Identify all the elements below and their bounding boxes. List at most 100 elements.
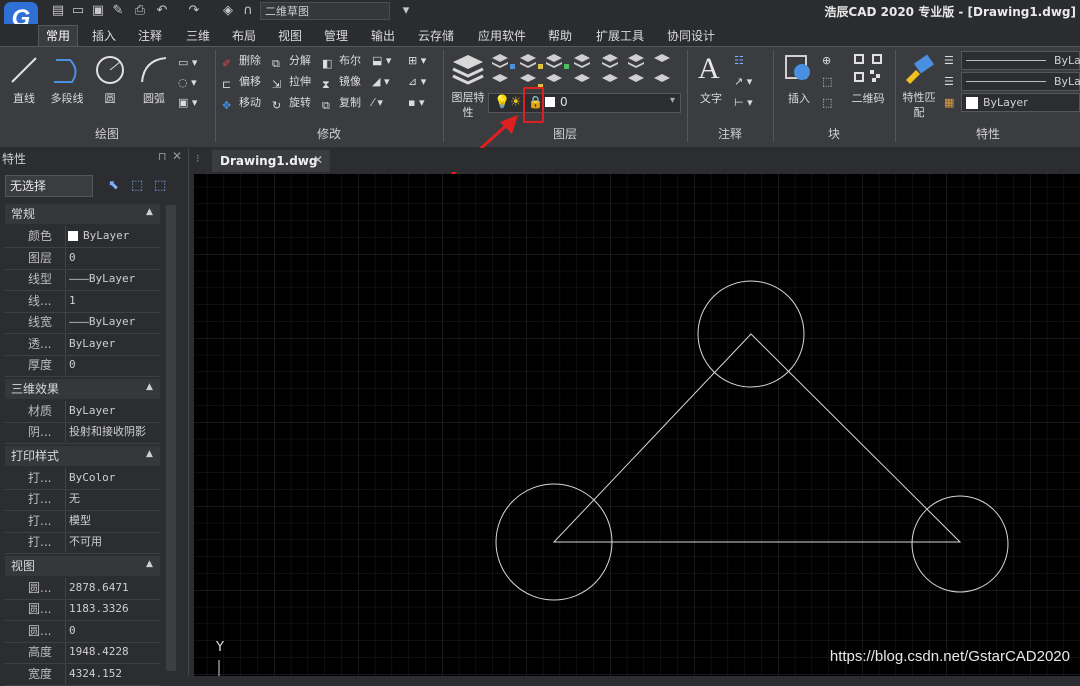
layer-dropdown-arrow-icon[interactable]: ▾ [670, 95, 675, 106]
tab-3d[interactable]: 三维 [186, 26, 210, 46]
layer-thaw-sun-icon[interactable]: ☀ [510, 95, 522, 110]
open-file-icon[interactable]: ▭ [70, 3, 86, 19]
quick-access-dropdown-icon[interactable]: ▾ [398, 3, 414, 19]
collapse-icon[interactable]: ▲ [146, 559, 153, 569]
linetype-dropdown[interactable]: ByLayer [961, 51, 1080, 70]
drawing-canvas[interactable]: Y [194, 174, 1080, 676]
tab-home[interactable]: 常用 [38, 25, 78, 47]
undo-icon[interactable]: ↶ [154, 3, 170, 19]
property-value[interactable]: 1 [65, 290, 160, 311]
offset-button[interactable]: ⊏ 偏移 [222, 73, 261, 91]
edit-block-icon[interactable]: ⬚ [822, 73, 832, 91]
property-value[interactable]: 1183.3326 [65, 599, 160, 619]
layer-tools-icons[interactable] [490, 50, 670, 94]
save-icon[interactable]: ▣ [90, 3, 106, 19]
create-block-icon[interactable]: ⊕ [822, 52, 831, 70]
boolean-button[interactable]: ◧ 布尔 [322, 52, 361, 70]
lineweight-list-icon[interactable]: ☰ [944, 73, 954, 91]
panel-layers-title[interactable]: 图层 [444, 126, 686, 142]
match-properties-button[interactable]: 特性匹配 [900, 90, 938, 120]
tab-insert[interactable]: 插入 [92, 26, 116, 46]
lineweight-dropdown[interactable]: ByLayer [961, 72, 1080, 91]
fillet-icon[interactable]: ◢ ▾ [372, 73, 389, 91]
explode-button[interactable]: ⧉ 分解 [272, 52, 311, 70]
tab-annotate[interactable]: 注释 [138, 26, 162, 46]
hatch-icon[interactable]: ▣ ▾ [178, 94, 197, 112]
scale-icon[interactable]: ⁄ ▾ [372, 94, 383, 112]
rectangle-icon[interactable]: ▭ ▾ [178, 54, 197, 72]
palette-section-header[interactable]: 常规 [5, 204, 160, 224]
panel-draw-title[interactable]: 绘图 [0, 126, 214, 142]
layer-states-icon[interactable]: ◈ [220, 3, 236, 19]
print-icon[interactable]: ⎙ [132, 3, 148, 19]
toggle-pickadd-icon[interactable]: ⬉ [108, 178, 119, 193]
help-icon[interactable]: ∩ [240, 3, 256, 19]
tab-cloud[interactable]: 云存储 [418, 26, 454, 46]
selection-dropdown[interactable]: 无选择 [5, 175, 93, 197]
dimension-icon[interactable]: ⊢ ▾ [734, 94, 753, 112]
panel-annotation-title[interactable]: 注释 [688, 126, 772, 142]
property-value[interactable]: 1948.4228 [65, 642, 160, 662]
property-value[interactable]: 0 [65, 620, 160, 641]
color-dropdown[interactable]: ByLayer [961, 93, 1080, 112]
circle-button[interactable]: 圆 [94, 90, 126, 106]
arc-button[interactable]: 圆弧 [136, 90, 172, 106]
property-value[interactable]: ByLayer [65, 226, 160, 246]
property-value[interactable]: 2878.6471 [65, 577, 160, 598]
tab-help[interactable]: 帮助 [548, 26, 572, 46]
save-as-icon[interactable]: ✎ [110, 3, 126, 19]
tab-apps[interactable]: 应用软件 [478, 26, 526, 46]
table-icon[interactable]: ☷ [734, 52, 744, 70]
collapse-icon[interactable]: ▲ [146, 382, 153, 392]
close-icon[interactable]: ✕ [172, 149, 182, 163]
tab-collab[interactable]: 协同设计 [667, 26, 715, 46]
property-value[interactable]: 0 [65, 355, 160, 375]
layer-on-bulb-icon[interactable]: 💡 [494, 95, 510, 110]
property-value[interactable]: ByColor [65, 467, 160, 488]
property-value[interactable]: 0 [65, 247, 160, 268]
stretch-button[interactable]: ⇲ 拉伸 [272, 73, 311, 91]
text-button[interactable]: 文字 [694, 90, 728, 106]
pin-icon[interactable]: ⊓ [158, 150, 167, 163]
qrcode-button[interactable]: 二维码 [846, 90, 890, 106]
leader-icon[interactable]: ↗ ▾ [734, 73, 752, 91]
redo-icon[interactable]: ↷ [186, 3, 202, 19]
property-value[interactable]: ByLayer [65, 400, 160, 421]
panel-properties-title[interactable]: 特性 [896, 126, 1080, 142]
polyline-button[interactable]: 多段线 [46, 90, 88, 106]
ellipse-icon[interactable]: ◌ ▾ [178, 74, 197, 92]
palette-section-header[interactable]: 三维效果 [5, 378, 160, 399]
line-button[interactable]: 直线 [6, 90, 42, 106]
property-value[interactable]: 无 [65, 489, 160, 509]
quick-select-icon[interactable]: ⬚ [154, 178, 166, 193]
collapse-icon[interactable]: ▲ [146, 449, 153, 459]
panel-block-title[interactable]: 块 [774, 126, 894, 142]
attribute-icon[interactable]: ⬚ [822, 94, 832, 112]
color-grid-icon[interactable]: ▦ [944, 94, 954, 112]
erase-button[interactable]: ✐ 删除 [222, 52, 261, 70]
insert-button[interactable]: 插入 [782, 90, 816, 106]
break-icon[interactable]: ▪ ▾ [408, 94, 424, 112]
close-tab-icon[interactable]: ✕ [313, 153, 323, 167]
array-icon[interactable]: ⊞ ▾ [408, 52, 426, 70]
property-value[interactable]: 不可用 [65, 532, 160, 552]
palette-scrollbar[interactable] [166, 205, 176, 671]
palette-section-header[interactable]: 打印样式 [5, 445, 160, 466]
select-objects-icon[interactable]: ⬚ [131, 178, 143, 193]
tab-menu-icon[interactable]: ⁝ [196, 152, 200, 165]
workspace-select[interactable]: 二维草图 [260, 2, 390, 20]
rotate-button[interactable]: ↻ 旋转 [272, 94, 311, 112]
panel-modify-title[interactable]: 修改 [216, 126, 442, 142]
tab-layout[interactable]: 布局 [232, 26, 256, 46]
property-value[interactable]: ———ByLayer [65, 312, 160, 332]
copy-button[interactable]: ⧉ 复制 [322, 94, 361, 112]
property-value[interactable]: ———ByLayer [65, 269, 160, 289]
tab-manage[interactable]: 管理 [324, 26, 348, 46]
property-value[interactable]: 模型 [65, 510, 160, 531]
palette-section-header[interactable]: 视图 [5, 555, 160, 576]
align-icon[interactable]: ⊿ ▾ [408, 73, 426, 91]
tab-view[interactable]: 视图 [278, 26, 302, 46]
new-file-icon[interactable]: ▤ [50, 3, 66, 19]
move-button[interactable]: ✥ 移动 [222, 94, 261, 112]
property-value[interactable]: 投射和接收阴影 [65, 422, 160, 442]
